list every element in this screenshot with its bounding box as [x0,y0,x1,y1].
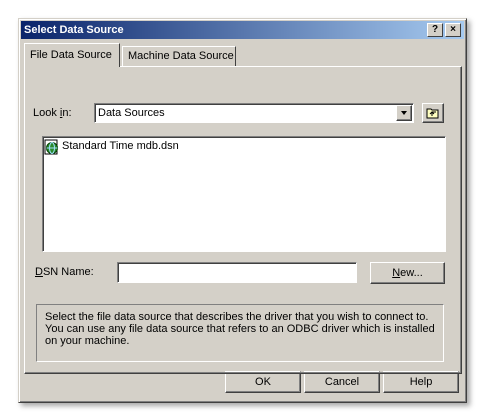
title-bar: Select Data Source ? × [21,21,464,39]
look-in-combobox[interactable]: Data Sources [94,103,414,123]
look-in-value: Data Sources [98,107,165,119]
chevron-down-icon [401,111,407,115]
tab-file-data-source[interactable]: File Data Source [24,43,120,67]
look-in-label: Look in: [33,107,72,119]
new-button[interactable]: New... [370,262,445,284]
tab-label: File Data Source [30,49,112,61]
select-data-source-dialog: Select Data Source ? × File Data Source … [18,18,467,403]
tab-label: Machine Data Source [128,50,234,62]
file-list[interactable]: Standard Time mdb.dsn [42,136,446,252]
dsn-name-label: DSN Name: [35,266,94,278]
dropdown-arrow-button[interactable] [396,105,412,121]
window-title: Select Data Source [24,24,124,36]
help-title-button[interactable]: ? [427,23,443,37]
dsn-name-input[interactable] [117,262,357,283]
ok-button[interactable]: OK [225,371,301,393]
tab-machine-data-source[interactable]: Machine Data Source [122,46,236,67]
help-button[interactable]: Help [383,371,459,393]
list-item-label: Standard Time mdb.dsn [62,140,179,152]
dsn-file-icon [44,139,58,155]
file-data-source-panel: Look in: Data Sources Standard Time mdb.… [24,66,462,374]
up-one-level-button[interactable] [422,103,444,123]
description-box: Select the file data source that describ… [36,304,444,362]
cancel-button[interactable]: Cancel [304,371,380,393]
description-text: Select the file data source that describ… [45,311,435,347]
folder-up-icon [426,108,439,119]
close-title-button[interactable]: × [445,23,461,37]
